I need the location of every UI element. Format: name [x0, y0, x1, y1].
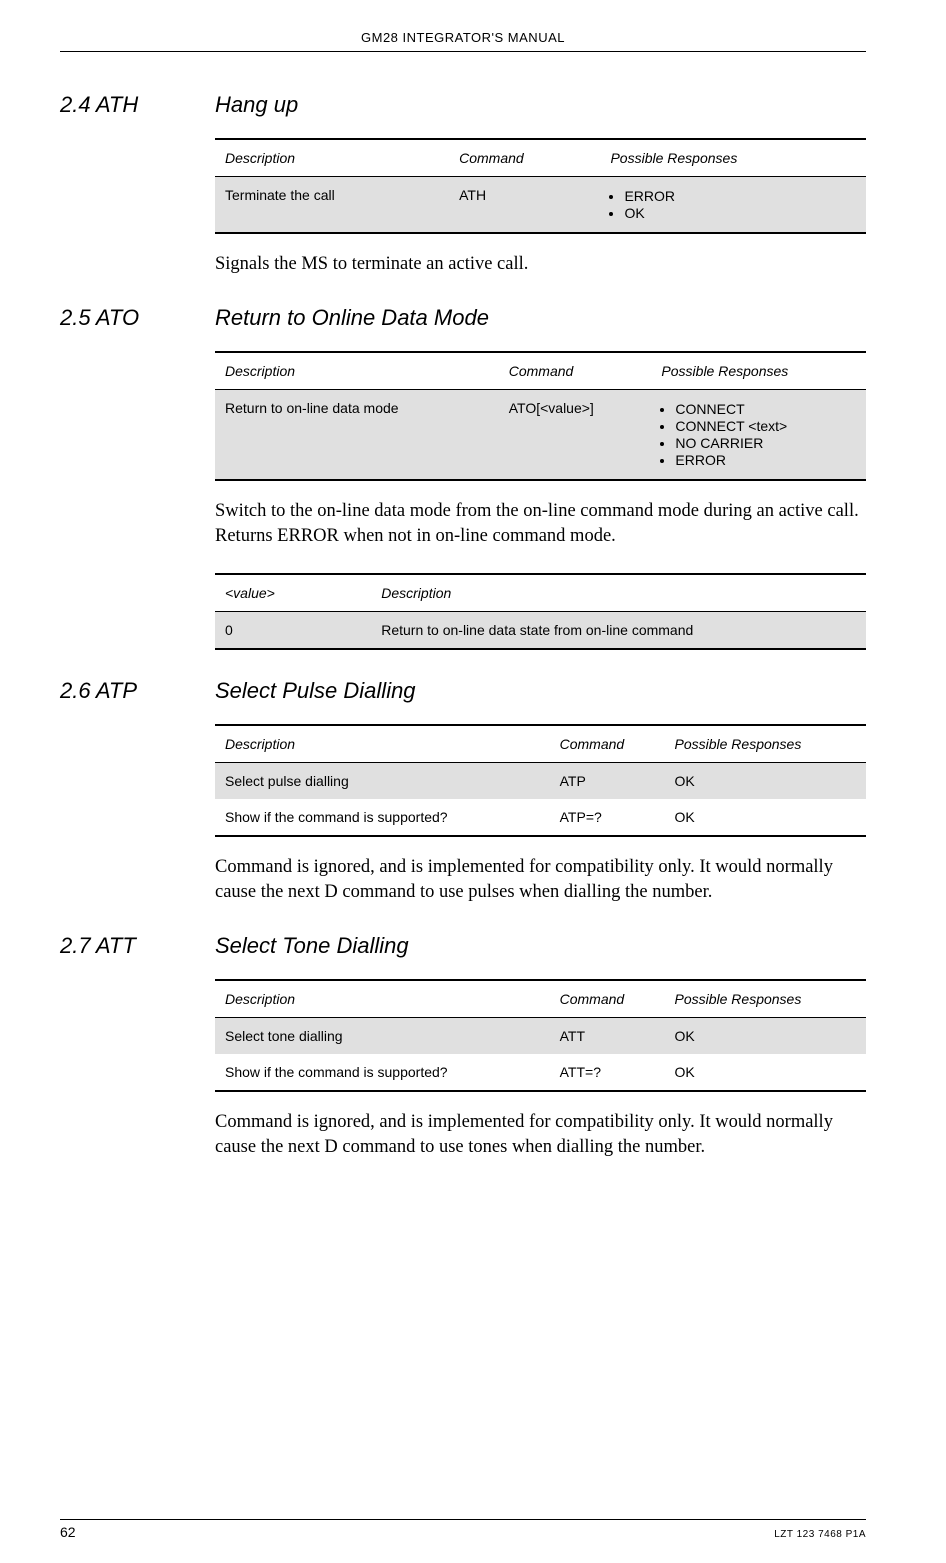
cell-responses: ERROR OK — [600, 177, 866, 234]
response-item: ERROR — [624, 188, 858, 204]
table-row: 0 Return to on-line data state from on-l… — [215, 611, 866, 649]
cell-description: Terminate the call — [215, 177, 449, 234]
section-heading: 2.6 ATP Select Pulse Dialling — [60, 678, 866, 704]
cell-responses: OK — [665, 799, 867, 836]
page-number: 62 — [60, 1524, 76, 1540]
response-item: NO CARRIER — [675, 435, 858, 451]
col-responses: Possible Responses — [665, 725, 867, 763]
cell-description: Show if the command is supported? — [215, 799, 550, 836]
table-row: Terminate the call ATH ERROR OK — [215, 177, 866, 234]
section-title: Select Pulse Dialling — [215, 678, 416, 704]
section-title: Select Tone Dialling — [215, 933, 409, 959]
col-description: Description — [215, 725, 550, 763]
col-description: Description — [215, 352, 499, 390]
section-content: Description Command Possible Responses T… — [215, 138, 866, 277]
cell-command: ATT — [550, 1017, 665, 1054]
running-header: GM28 INTEGRATOR'S MANUAL — [60, 30, 866, 52]
value-table: <value> Description 0 Return to on-line … — [215, 573, 866, 650]
cell-responses: CONNECT CONNECT <text> NO CARRIER ERROR — [651, 389, 866, 480]
cell-description: Select pulse dialling — [215, 762, 550, 799]
response-item: CONNECT <text> — [675, 418, 858, 434]
col-command: Command — [550, 980, 665, 1018]
col-command: Command — [499, 352, 652, 390]
section-heading: 2.7 ATT Select Tone Dialling — [60, 933, 866, 959]
col-value: <value> — [215, 574, 371, 612]
section-title: Return to Online Data Mode — [215, 305, 489, 331]
response-item: ERROR — [675, 452, 858, 468]
col-command: Command — [550, 725, 665, 763]
response-item: OK — [624, 205, 858, 221]
table-row: Show if the command is supported? ATT=? … — [215, 1054, 866, 1091]
response-item: CONNECT — [675, 401, 858, 417]
col-responses: Possible Responses — [600, 139, 866, 177]
section-number: 2.7 ATT — [60, 933, 215, 959]
cell-description: Select tone dialling — [215, 1017, 550, 1054]
section-content: Description Command Possible Responses S… — [215, 979, 866, 1160]
cell-value-desc: Return to on-line data state from on-lin… — [371, 611, 866, 649]
col-command: Command — [449, 139, 600, 177]
section-title: Hang up — [215, 92, 298, 118]
section-number: 2.5 ATO — [60, 305, 215, 331]
command-table: Description Command Possible Responses S… — [215, 979, 866, 1092]
cell-command: ATT=? — [550, 1054, 665, 1091]
cell-description: Return to on-line data mode — [215, 389, 499, 480]
table-row: Show if the command is supported? ATP=? … — [215, 799, 866, 836]
col-responses: Possible Responses — [665, 980, 867, 1018]
section-paragraph: Signals the MS to terminate an active ca… — [215, 252, 866, 277]
page: GM28 INTEGRATOR'S MANUAL 2.4 ATH Hang up… — [0, 0, 946, 1560]
col-value-desc: Description — [371, 574, 866, 612]
section-number: 2.6 ATP — [60, 678, 215, 704]
table-row: Select tone dialling ATT OK — [215, 1017, 866, 1054]
table-header-row: Description Command Possible Responses — [215, 725, 866, 763]
cell-command: ATO[<value>] — [499, 389, 652, 480]
cell-value: 0 — [215, 611, 371, 649]
table-header-row: Description Command Possible Responses — [215, 139, 866, 177]
col-description: Description — [215, 139, 449, 177]
section-paragraph: Command is ignored, and is implemented f… — [215, 1110, 866, 1160]
page-footer: 62 LZT 123 7468 P1A — [60, 1519, 866, 1540]
section-content: Description Command Possible Responses S… — [215, 724, 866, 905]
cell-responses: OK — [665, 1017, 867, 1054]
section-paragraph: Command is ignored, and is implemented f… — [215, 855, 866, 905]
document-number: LZT 123 7468 P1A — [774, 1529, 866, 1540]
cell-command: ATP=? — [550, 799, 665, 836]
table-row: Return to on-line data mode ATO[<value>]… — [215, 389, 866, 480]
table-row: Select pulse dialling ATP OK — [215, 762, 866, 799]
cell-responses: OK — [665, 1054, 867, 1091]
command-table: Description Command Possible Responses R… — [215, 351, 866, 481]
table-header-row: Description Command Possible Responses — [215, 980, 866, 1018]
col-description: Description — [215, 980, 550, 1018]
cell-command: ATH — [449, 177, 600, 234]
cell-description: Show if the command is supported? — [215, 1054, 550, 1091]
col-responses: Possible Responses — [651, 352, 866, 390]
table-header-row: Description Command Possible Responses — [215, 352, 866, 390]
command-table: Description Command Possible Responses S… — [215, 724, 866, 837]
section-number: 2.4 ATH — [60, 92, 215, 118]
section-heading: 2.4 ATH Hang up — [60, 92, 866, 118]
section-heading: 2.5 ATO Return to Online Data Mode — [60, 305, 866, 331]
section-paragraph: Switch to the on-line data mode from the… — [215, 499, 866, 549]
section-content: Description Command Possible Responses R… — [215, 351, 866, 650]
command-table: Description Command Possible Responses T… — [215, 138, 866, 234]
cell-command: ATP — [550, 762, 665, 799]
table-header-row: <value> Description — [215, 574, 866, 612]
cell-responses: OK — [665, 762, 867, 799]
